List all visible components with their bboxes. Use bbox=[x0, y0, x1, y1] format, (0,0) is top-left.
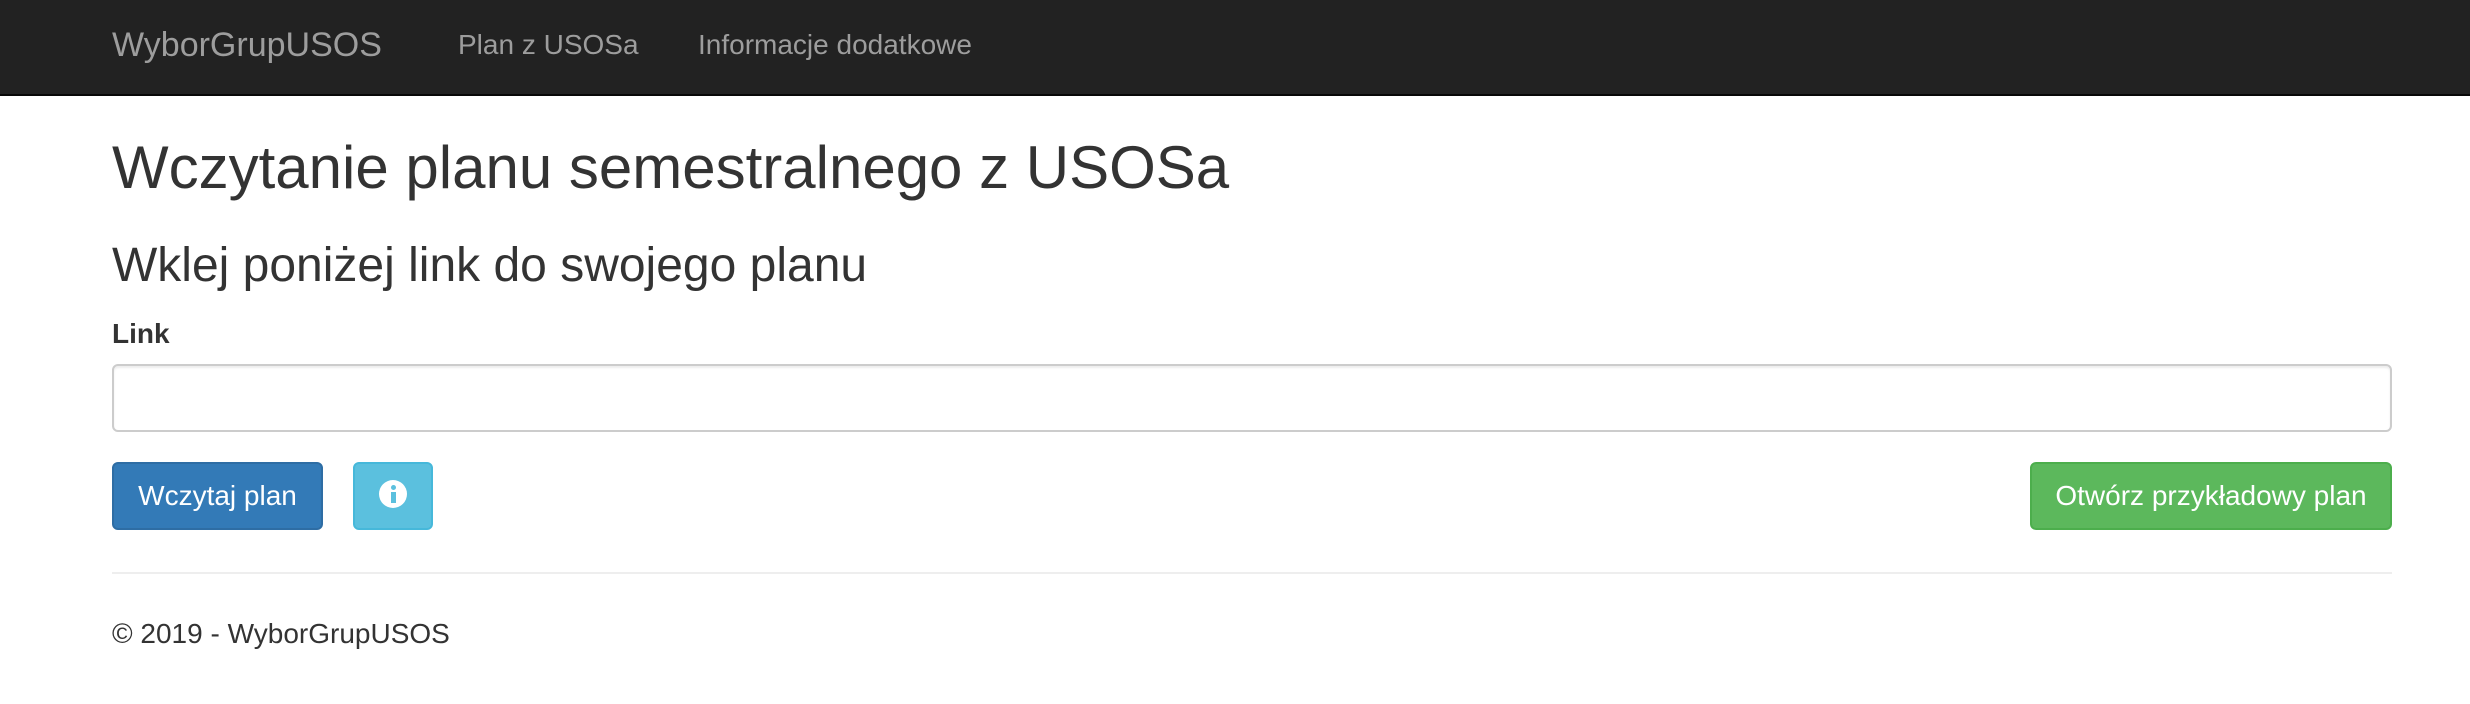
page-subtitle: Wklej poniżej link do swojego planu bbox=[112, 239, 868, 292]
open-example-plan-button[interactable]: Otwórz przykładowy plan bbox=[2030, 462, 2392, 530]
top-navbar: WyborGrupUSOS Plan z USOSa Informacje do… bbox=[0, 0, 2470, 96]
navbar-brand[interactable]: WyborGrupUSOS bbox=[112, 0, 382, 94]
nav-link-plan-z-usosa[interactable]: Plan z USOSa bbox=[458, 0, 639, 94]
info-button[interactable] bbox=[353, 462, 433, 530]
nav-link-informacje-dodatkowe[interactable]: Informacje dodatkowe bbox=[698, 0, 972, 94]
info-circle-icon bbox=[379, 479, 407, 508]
page-title: Wczytanie planu semestralnego z USOSa bbox=[112, 134, 1230, 201]
link-field-label: Link bbox=[112, 318, 170, 349]
footer-copyright: © 2019 - WyborGrupUSOS bbox=[112, 618, 450, 649]
link-input[interactable] bbox=[112, 364, 2392, 432]
load-plan-button[interactable]: Wczytaj plan bbox=[112, 462, 323, 530]
footer-divider bbox=[112, 572, 2392, 574]
